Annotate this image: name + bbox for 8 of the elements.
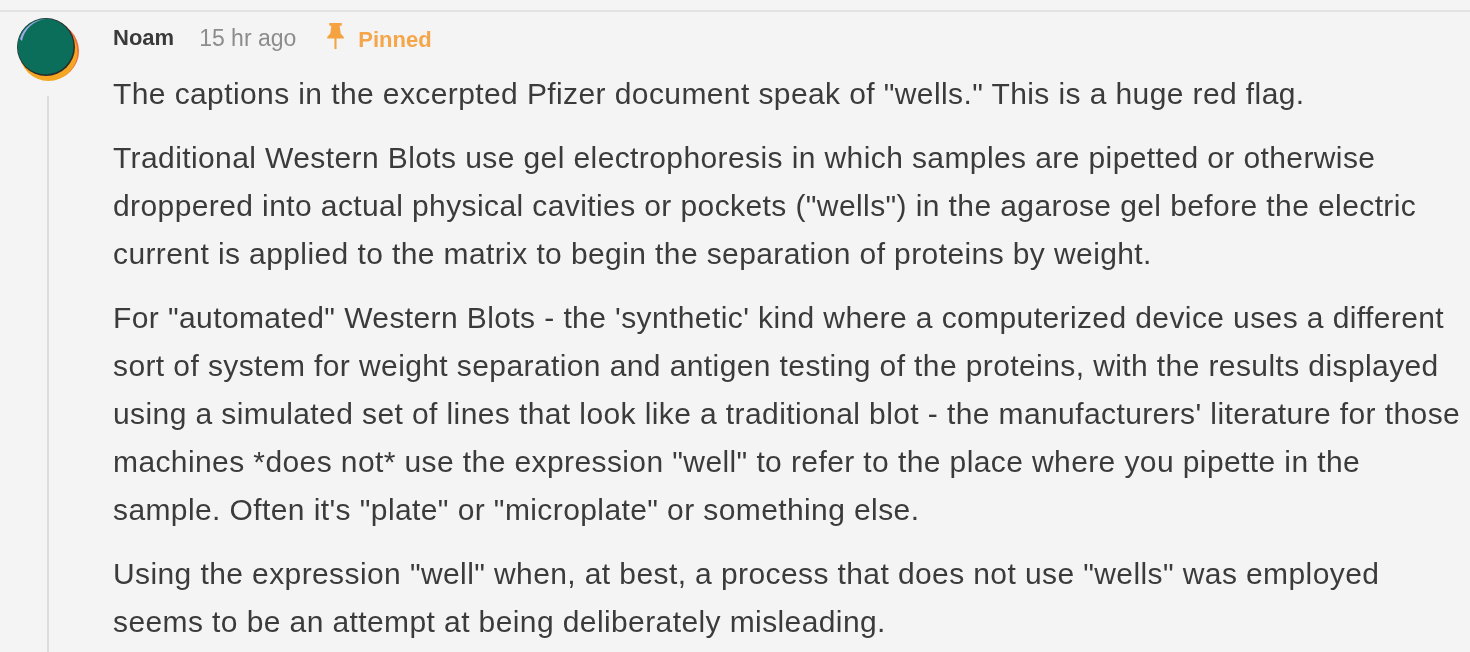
pinned-label: Pinned: [358, 27, 432, 53]
author-name[interactable]: Noam: [113, 25, 175, 51]
comment-paragraph: Using the expression "well" when, at best, a process that does not use "wells" was employed seems to be an attempt at being deliberately misleading.: [113, 556, 1381, 640]
comment-paragraph: For "automated" Western Blots - the 'synthetic' kind where a computerized device uses a different sort of system for weight separation and antigen testing of the proteins, with the results displayed using a simulated set of lines that look like a traditional blot - the manufacturers' literature for those machines *does not* use the expression "well" to refer to the place where you pipette in the sample. Often it's "plate" or "microplate" or something else.: [113, 300, 1462, 528]
avatar-icon[interactable]: [16, 17, 80, 81]
comment-paragraph: Traditional Western Blots use gel electrophoresis in which samples are pipetted or otherwise droppered into actual physical cavities or pockets ("wells") in the agarose gel before the electric current is applied to the matrix to begin the separation of proteins by weight.: [113, 140, 1418, 272]
pushpin-icon: [327, 21, 345, 49]
comment-paragraph: The captions in the excerpted Pfizer document speak of "wells." This is a huge red flag.: [113, 76, 1306, 112]
